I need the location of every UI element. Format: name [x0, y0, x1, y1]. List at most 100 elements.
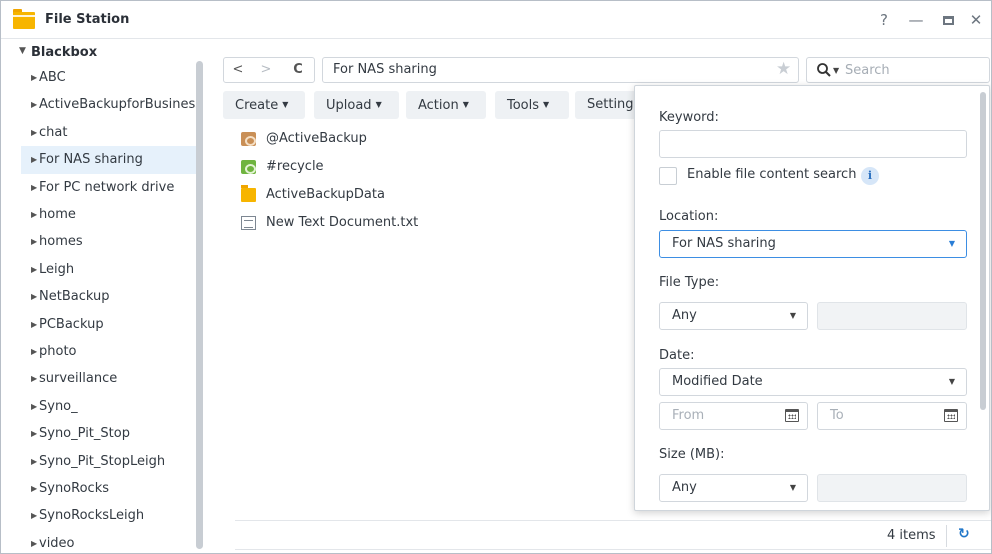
- file-name: #recycle: [266, 159, 324, 174]
- status-divider: [235, 520, 991, 521]
- tree-item-label: home: [39, 207, 76, 222]
- action-button[interactable]: Action ▼: [406, 91, 486, 119]
- caret-right-icon[interactable]: ▶: [31, 448, 37, 476]
- tree-item[interactable]: ▶ SynoRocksLeigh: [21, 502, 198, 530]
- tree-item[interactable]: ▶ homes: [21, 228, 198, 256]
- tree-item-label: Syno_: [39, 398, 78, 414]
- path-field[interactable]: For NAS sharing: [322, 57, 799, 83]
- tree-item-label: surveillance: [39, 371, 118, 387]
- file-type-label: File Type:: [659, 275, 720, 290]
- content-search-checkbox[interactable]: [659, 167, 677, 185]
- tree-item[interactable]: ▶ Syno_: [21, 393, 198, 421]
- upload-button[interactable]: Upload ▼: [314, 91, 399, 119]
- tree-item-label: Leigh: [39, 261, 75, 277]
- status-bottom-divider: [235, 549, 991, 550]
- tree-item[interactable]: ▶ chat: [21, 119, 198, 147]
- tree-item-label: chat: [39, 124, 68, 140]
- file-name: ActiveBackupData: [266, 187, 385, 202]
- forward-button[interactable]: >: [254, 58, 278, 82]
- date-type-select[interactable]: Modified Date ▼: [659, 368, 967, 396]
- tree-item-label: For NAS sharing: [39, 152, 143, 168]
- minimize-button[interactable]: —: [905, 10, 927, 30]
- close-button[interactable]: ✕: [965, 10, 987, 30]
- file-name: New Text Document.txt: [266, 215, 419, 230]
- tree-item-label: ActiveBackupforBusiness: [39, 97, 198, 113]
- tree-item[interactable]: ▶ NetBackup: [21, 283, 198, 311]
- caret-right-icon[interactable]: ▶: [31, 91, 37, 119]
- advanced-search-panel: Keyword: Enable file content search i Lo…: [634, 85, 990, 511]
- tree-item[interactable]: ▶ For NAS sharing: [21, 146, 198, 175]
- caret-right-icon[interactable]: ▶: [31, 146, 37, 174]
- tree-item[interactable]: ▶ photo: [21, 338, 198, 366]
- search-icon: [817, 63, 831, 77]
- activebackup-folder-icon: [241, 132, 256, 146]
- tree-item[interactable]: ▶ SynoRocks: [21, 475, 198, 503]
- star-icon[interactable]: ★: [776, 59, 791, 79]
- calendar-icon[interactable]: [785, 409, 799, 422]
- item-count: 4 items: [887, 528, 936, 543]
- caret-right-icon[interactable]: ▶: [31, 311, 37, 339]
- caret-right-icon[interactable]: ▶: [31, 338, 37, 366]
- caret-right-icon[interactable]: ▶: [31, 475, 37, 503]
- tree-item[interactable]: ▶ PCBackup: [21, 311, 198, 339]
- back-button[interactable]: <: [226, 58, 250, 82]
- info-icon[interactable]: i: [861, 167, 879, 185]
- caret-right-icon[interactable]: ▶: [31, 420, 37, 448]
- caret-down-icon: ▼: [948, 377, 955, 386]
- file-type-select[interactable]: Any ▼: [659, 302, 808, 330]
- caret-right-icon[interactable]: ▶: [31, 64, 37, 92]
- location-value: For NAS sharing: [672, 236, 776, 251]
- tree-item[interactable]: ▶ home: [21, 201, 198, 229]
- tree-item[interactable]: ▶ Syno_Pit_StopLeigh: [21, 448, 198, 476]
- refresh-button[interactable]: C: [286, 58, 310, 82]
- tree-item[interactable]: ▶ Leigh: [21, 256, 198, 284]
- tree-item-label: Syno_Pit_Stop: [39, 426, 130, 442]
- maximize-button[interactable]: [937, 10, 959, 30]
- keyword-input[interactable]: [659, 130, 967, 158]
- date-to-field[interactable]: To: [817, 402, 967, 430]
- caret-right-icon[interactable]: ▶: [31, 530, 37, 553]
- tree-root-blackbox[interactable]: ▼ Blackbox: [19, 45, 97, 60]
- tree-item[interactable]: ▶ ActiveBackupforBusiness: [21, 91, 198, 119]
- search-input[interactable]: [845, 61, 985, 79]
- size-value: Any: [672, 480, 697, 495]
- caret-right-icon[interactable]: ▶: [31, 502, 37, 530]
- tree-item[interactable]: ▶ ABC: [21, 64, 198, 92]
- location-select[interactable]: For NAS sharing ▼: [659, 230, 967, 258]
- tree-item-label: photo: [39, 344, 77, 359]
- title-bar: File Station ? — ✕: [1, 1, 991, 39]
- tree-item[interactable]: ▶ video: [21, 530, 198, 553]
- size-value-field: [817, 474, 967, 502]
- caret-right-icon[interactable]: ▶: [31, 393, 37, 421]
- caret-right-icon[interactable]: ▶: [31, 228, 37, 256]
- caret-right-icon[interactable]: ▶: [31, 256, 37, 284]
- location-label: Location:: [659, 209, 719, 224]
- tree-item-label: NetBackup: [39, 289, 110, 305]
- action-button-label: Action: [418, 98, 459, 113]
- date-to-placeholder: To: [830, 408, 844, 423]
- folder-tree: ▼ Blackbox ▶ ABC ▶ ActiveBackupforBusiness ▶…: [1, 40, 207, 553]
- tree-item[interactable]: ▶ For PC network drive: [21, 174, 198, 202]
- caret-right-icon[interactable]: ▶: [31, 283, 37, 311]
- tools-button[interactable]: Tools ▼: [495, 91, 569, 119]
- refresh-icon[interactable]: ↻: [958, 526, 970, 542]
- help-button[interactable]: ?: [873, 10, 895, 30]
- tree-item[interactable]: ▶ Syno_Pit_Stop: [21, 420, 198, 448]
- calendar-icon[interactable]: [944, 409, 958, 422]
- search-options-caret-icon[interactable]: ▼: [833, 66, 839, 75]
- caret-right-icon[interactable]: ▶: [31, 119, 37, 147]
- size-select[interactable]: Any ▼: [659, 474, 808, 502]
- tree-item-label: Syno_Pit_StopLeigh: [39, 453, 166, 469]
- caret-right-icon[interactable]: ▶: [31, 365, 37, 393]
- search-box[interactable]: ▼: [806, 57, 990, 83]
- date-from-field[interactable]: From: [659, 402, 808, 430]
- caret-right-icon[interactable]: ▶: [31, 174, 37, 202]
- status-separator: [946, 525, 947, 547]
- tree-item[interactable]: ▶ surveillance: [21, 365, 198, 393]
- create-button[interactable]: Create ▼: [223, 91, 305, 119]
- caret-right-icon[interactable]: ▶: [31, 201, 37, 229]
- tree-item-label: SynoRocksLeigh: [39, 508, 145, 524]
- sidebar-scrollbar[interactable]: [196, 61, 203, 549]
- search-panel-scrollbar[interactable]: [980, 92, 986, 410]
- file-name: @ActiveBackup: [266, 131, 367, 146]
